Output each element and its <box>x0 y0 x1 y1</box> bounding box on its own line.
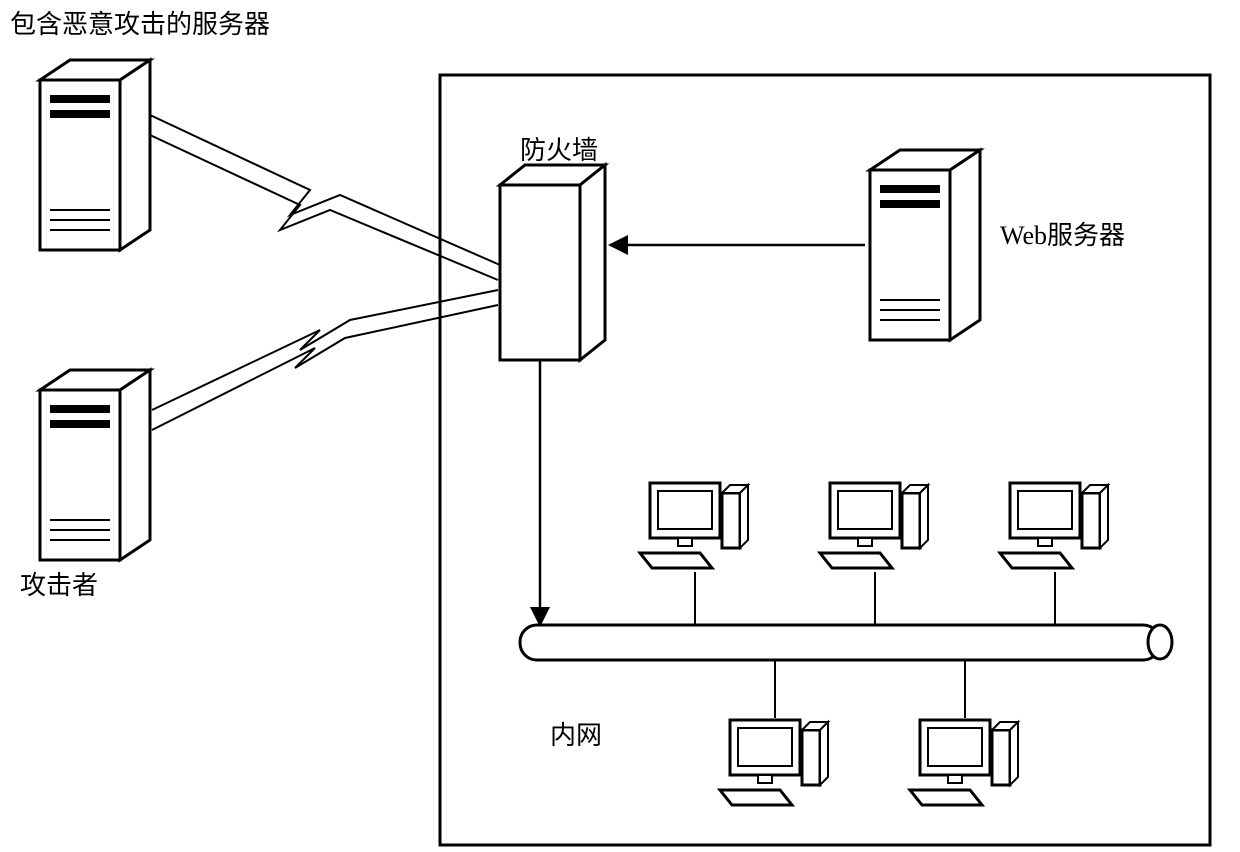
connection-attacker-to-firewall <box>152 290 498 430</box>
pc-bottom-1 <box>720 720 828 805</box>
network-bus-icon <box>520 625 1172 660</box>
pc-top-2 <box>820 483 928 568</box>
pc-top-1 <box>640 483 748 568</box>
malicious-server-icon <box>40 60 150 250</box>
diagram-canvas: 包含恶意攻击的服务器 攻击者 防火墙 Web服务器 内网 <box>0 0 1240 852</box>
firewall-icon <box>500 165 605 360</box>
attacker-server-icon <box>40 370 150 560</box>
pc-bottom-2 <box>910 720 1018 805</box>
diagram-svg <box>0 0 1240 852</box>
pc-top-3 <box>1000 483 1108 568</box>
connection-malicious-to-firewall <box>150 115 500 280</box>
web-server-icon <box>870 150 980 340</box>
